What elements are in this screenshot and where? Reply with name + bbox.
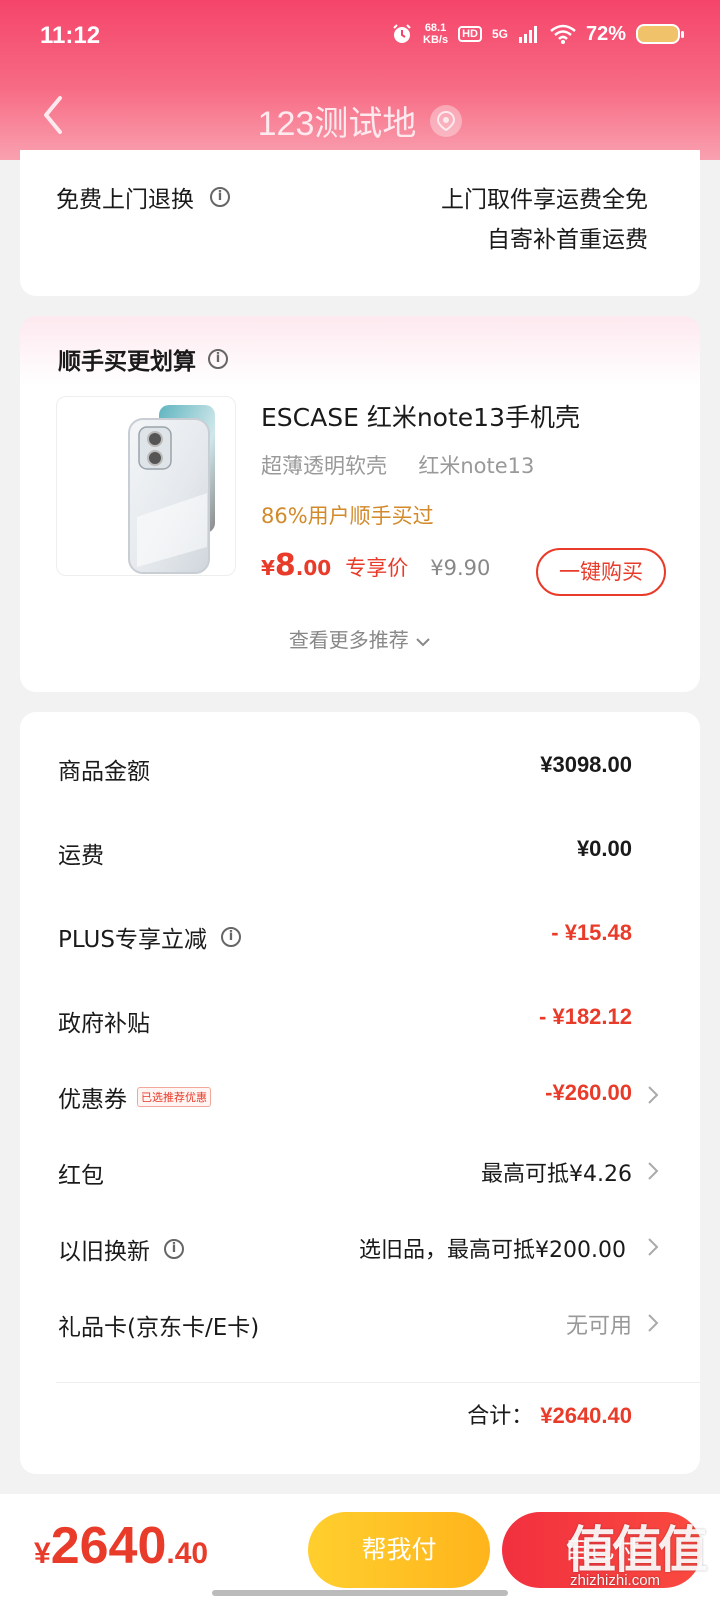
bottom-total-integer: 2640 — [50, 1517, 167, 1575]
price-integer: 8 — [274, 548, 296, 583]
more-recommendations-link[interactable]: 查看更多推荐 — [20, 624, 700, 653]
summary-value: -¥260.00 — [545, 1080, 632, 1105]
summary-row-tradein[interactable]: 以旧换新 i 选旧品，最高可抵¥200.00 — [20, 1218, 700, 1278]
bottom-pay-bar: ¥ 2640 .40 帮我付 自己付 — [0, 1494, 720, 1600]
help-me-pay-button[interactable]: 帮我付 — [308, 1512, 490, 1588]
summary-value: 最高可抵¥4.26 — [481, 1162, 632, 1187]
return-service-card: 免费上门退换 i 上门取件享运费全免 自寄补首重运费 — [20, 150, 700, 296]
summary-row-coupon[interactable]: 优惠券 已选推荐优惠 -¥260.00 — [20, 1066, 700, 1126]
battery-icon — [636, 24, 684, 44]
product-price-row: ¥ 8 .00 专享价 ¥9.90 — [261, 548, 490, 583]
chevron-right-icon — [648, 1238, 659, 1256]
summary-value: - ¥15.48 — [551, 920, 632, 945]
hd-badge: HD — [458, 26, 482, 42]
coupon-badge: 已选推荐优惠 — [137, 1087, 211, 1107]
summary-row-plus: PLUS专享立减 i - ¥15.48 — [20, 906, 700, 966]
return-service-label: 免费上门退换 — [56, 187, 194, 213]
summary-row-subsidy: 政府补贴 - ¥182.12 — [20, 990, 700, 1050]
status-bar: 11:12 68.1 KB/s HD 5G 72% — [0, 0, 720, 76]
summary-row-redpacket[interactable]: 红包 最高可抵¥4.26 — [20, 1142, 700, 1202]
total-value: ¥2640.40 — [540, 1403, 632, 1428]
summary-label: 政府补贴 — [58, 1011, 150, 1037]
net-speed: 68.1 KB/s — [423, 22, 448, 46]
chevron-down-icon — [416, 637, 430, 646]
bottom-total-decimal: .40 — [166, 1537, 209, 1570]
summary-value: 选旧品，最高可抵¥200.00 — [359, 1238, 626, 1263]
summary-value: 无可用 — [565, 1314, 632, 1339]
summary-label: PLUS专享立减 — [58, 927, 207, 953]
product-spec: 超薄透明软壳 红米note13 — [261, 450, 534, 480]
nav-title-wrap[interactable]: 123测试地 — [0, 96, 720, 145]
price-summary-card: 商品金额 ¥3098.00 运费 ¥0.00 PLUS专享立减 i - ¥15.… — [20, 712, 700, 1474]
summary-total: 合计： ¥2640.40 — [467, 1398, 632, 1430]
product-name[interactable]: ESCASE 红米note13手机壳 — [261, 398, 580, 434]
summary-label: 运费 — [58, 843, 104, 869]
info-icon[interactable]: i — [220, 927, 241, 947]
product-bought-ratio: 86%用户顺手买过 — [261, 504, 434, 528]
price-decimal: .00 — [295, 556, 332, 580]
pay-myself-button[interactable]: 自己付 — [502, 1512, 702, 1588]
status-icons: 68.1 KB/s HD 5G 72% — [391, 22, 684, 46]
product-spec-2: 红米note13 — [418, 454, 535, 478]
signal-icon — [518, 26, 537, 43]
summary-row-giftcard[interactable]: 礼品卡(京东卡/E卡) 无可用 — [20, 1294, 700, 1354]
return-service-line2: 自寄补首重运费 — [487, 227, 648, 253]
chevron-right-icon — [648, 1086, 659, 1104]
info-icon[interactable]: i — [210, 187, 230, 207]
original-price: ¥9.90 — [430, 556, 491, 580]
product-image[interactable] — [56, 396, 236, 576]
summary-row-shipping: 运费 ¥0.00 — [20, 822, 700, 882]
summary-label: 以旧换新 — [58, 1239, 150, 1265]
bottom-total-symbol: ¥ — [34, 1537, 51, 1570]
alarm-icon — [393, 24, 411, 43]
nav-bar: 123测试地 — [0, 76, 720, 156]
summary-value: ¥0.00 — [576, 836, 632, 861]
net-speed-unit: KB/s — [423, 34, 449, 46]
info-icon[interactable]: i — [164, 1239, 184, 1259]
battery-level: 72% — [585, 22, 626, 45]
recommendation-title-row: 顺手买更划算 i — [58, 342, 228, 376]
net-speed-value: 68.1 — [424, 22, 447, 34]
summary-label: 优惠券 — [58, 1087, 127, 1113]
return-service-line1: 上门取件享运费全免 — [441, 187, 648, 213]
total-label: 合计： — [467, 1404, 534, 1429]
product-spec-1: 超薄透明软壳 — [261, 454, 387, 478]
chevron-right-icon — [648, 1314, 659, 1332]
status-time: 11:12 — [40, 22, 101, 49]
chevron-right-icon — [648, 1162, 659, 1180]
summary-label: 红包 — [58, 1163, 104, 1189]
bottom-total-price: ¥ 2640 .40 — [34, 1516, 208, 1576]
recommendation-title: 顺手买更划算 — [58, 349, 196, 375]
header: 11:12 68.1 KB/s HD 5G 72% 123测试地 — [0, 0, 720, 160]
summary-value: ¥3098.00 — [540, 752, 632, 777]
price-symbol: ¥ — [261, 556, 275, 580]
return-service-row: 免费上门退换 i — [56, 180, 230, 214]
home-indicator[interactable] — [212, 1590, 508, 1596]
summary-label: 商品金额 — [58, 759, 150, 785]
page-title: 123测试地 — [257, 105, 417, 143]
divider — [56, 1382, 700, 1383]
price-tag: 专享价 — [345, 556, 409, 580]
network-type: 5G — [491, 27, 508, 41]
info-icon[interactable]: i — [208, 349, 228, 369]
summary-row-goods: 商品金额 ¥3098.00 — [20, 738, 700, 798]
summary-label: 礼品卡(京东卡/E卡) — [58, 1315, 260, 1341]
summary-value: - ¥182.12 — [539, 1004, 632, 1029]
recommendation-card: 顺手买更划算 i ESCASE 红米note13手机壳 超薄透明软壳 红米not… — [20, 316, 700, 692]
more-recommendations-label: 查看更多推荐 — [288, 628, 409, 652]
wifi-icon — [550, 24, 576, 44]
one-click-buy-button[interactable]: 一键购买 — [536, 548, 666, 596]
location-icon — [430, 104, 463, 137]
